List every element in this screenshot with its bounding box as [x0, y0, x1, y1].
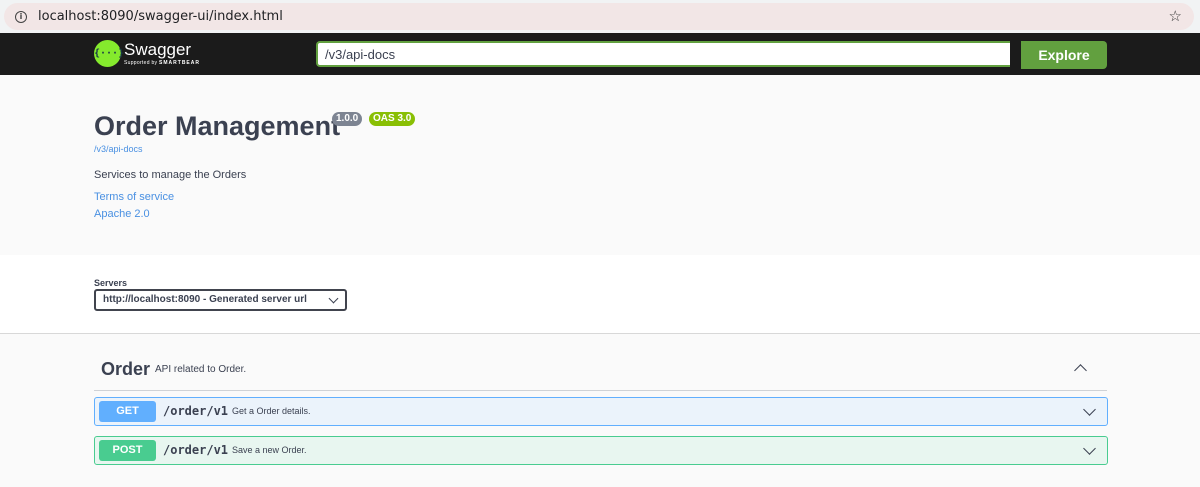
explore-button[interactable]: Explore: [1021, 41, 1107, 69]
operation-summary: Save a new Order.: [232, 445, 307, 455]
operation-get-order[interactable]: GET /order/v1 Get a Order details.: [94, 397, 1108, 426]
swagger-logo-icon[interactable]: {···}: [94, 40, 124, 67]
operation-path: /order/v1: [163, 443, 229, 457]
chevron-up-icon[interactable]: [1074, 364, 1087, 377]
server-select[interactable]: http://localhost:8090 - Generated server…: [94, 289, 347, 311]
browser-address-bar: i localhost:8090/swagger-ui/index.html ☆: [0, 0, 1200, 33]
tag-name: Order: [101, 359, 151, 379]
api-title: Order Management: [94, 111, 341, 141]
method-badge-post: POST: [99, 440, 156, 461]
server-select-value: http://localhost:8090 - Generated server…: [103, 294, 307, 305]
chevron-down-icon[interactable]: [1083, 403, 1096, 416]
chevron-down-icon[interactable]: [1083, 442, 1096, 455]
info-icon[interactable]: i: [15, 11, 27, 23]
url-bar[interactable]: i localhost:8090/swagger-ui/index.html ☆: [4, 3, 1194, 30]
operation-path: /order/v1: [163, 404, 229, 418]
terms-of-service-link[interactable]: Terms of service: [94, 191, 174, 203]
spec-url-input[interactable]: [316, 41, 1010, 67]
servers-section: Servers http://localhost:8090 - Generate…: [0, 255, 1200, 334]
api-description: Services to manage the Orders: [94, 169, 247, 181]
swagger-logo-subtitle: Supported by SMARTBEAR: [124, 60, 200, 66]
tag-header-order[interactable]: Order API related to Order.: [94, 350, 1107, 391]
license-link[interactable]: Apache 2.0: [94, 208, 150, 220]
api-info-section: Order Management 1.0.0 OAS 3.0 /v3/api-d…: [0, 75, 1200, 255]
version-badge: 1.0.0: [332, 112, 363, 126]
tag-description: API related to Order.: [155, 364, 247, 375]
star-icon[interactable]: ☆: [1169, 7, 1182, 25]
operation-summary: Get a Order details.: [232, 406, 311, 416]
url-text[interactable]: localhost:8090/swagger-ui/index.html: [38, 9, 283, 24]
operation-post-order[interactable]: POST /order/v1 Save a new Order.: [94, 436, 1108, 465]
chevron-down-icon: [328, 293, 339, 304]
swagger-logo-text[interactable]: Swagger: [124, 40, 191, 60]
servers-label: Servers: [94, 278, 128, 288]
spec-url-link[interactable]: /v3/api-docs: [94, 144, 143, 154]
method-badge-get: GET: [99, 401, 156, 422]
oas-badge: OAS 3.0: [369, 112, 416, 126]
